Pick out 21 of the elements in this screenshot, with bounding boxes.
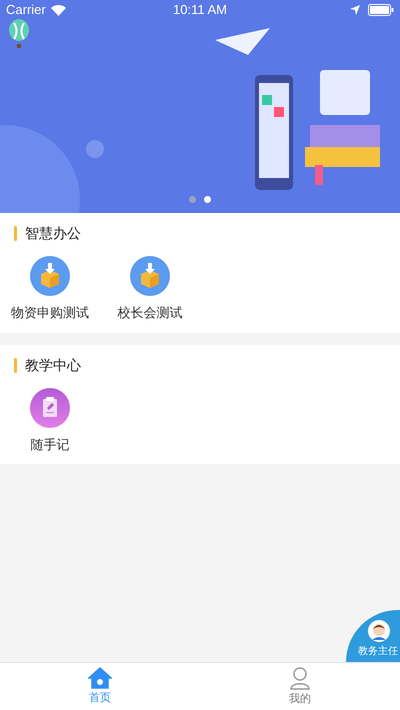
section-title: 教学中心 [25,356,81,374]
app-shortcut[interactable]: 校长会测试 [100,256,200,322]
app-shortcut[interactable]: 随手记 [0,388,100,454]
home-icon [88,666,112,689]
section-accent-bar [14,226,17,241]
hot-air-balloon-icon [8,19,30,49]
section-accent-bar [14,358,17,372]
location-arrow-icon [350,5,360,15]
clipboard-icon [30,388,70,428]
section-title: 智慧办公 [25,224,81,243]
tab-bar-item[interactable]: 我的 [200,663,400,710]
download-box-icon [30,256,70,296]
person-icon [289,666,311,690]
download-box-icon [130,256,170,296]
wifi-icon [50,4,66,16]
battery-icon [368,4,394,16]
time-text: 10:11 AM [173,1,227,20]
app-shortcut[interactable]: 物资申购测试 [0,256,100,322]
avatar-icon [368,620,390,642]
carrier-text: Carrier [6,1,46,20]
paper-plane-icon [215,28,270,55]
